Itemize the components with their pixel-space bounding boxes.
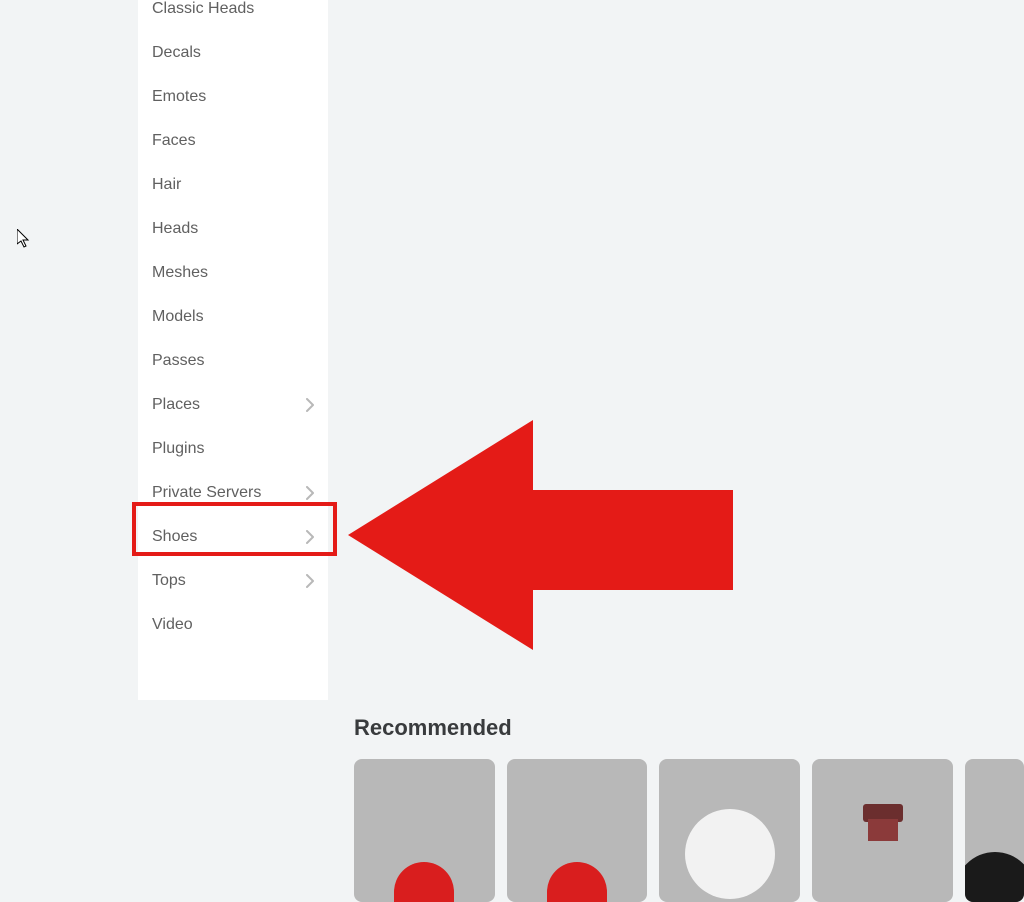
sidebar-item-label: Hair <box>152 176 181 194</box>
sidebar-item-decals[interactable]: Decals <box>138 31 328 75</box>
sidebar-item-label: Passes <box>152 352 204 370</box>
chevron-right-icon <box>306 574 314 588</box>
item-thumbnail <box>868 819 898 841</box>
recommended-item[interactable] <box>659 759 800 902</box>
sidebar-item-label: Tops <box>152 572 186 590</box>
sidebar-item-label: Classic Heads <box>152 0 254 18</box>
annotation-arrow-icon <box>348 420 733 655</box>
sidebar-item-label: Private Servers <box>152 484 261 502</box>
sidebar-item-label: Emotes <box>152 88 206 106</box>
sidebar-item-label: Decals <box>152 44 201 62</box>
recommended-item[interactable] <box>354 759 495 902</box>
sidebar-item-passes[interactable]: Passes <box>138 339 328 383</box>
item-thumbnail <box>394 862 454 902</box>
sidebar-item-video[interactable]: Video <box>138 603 328 647</box>
category-sidebar: Classic Heads Decals Emotes Faces Hair H… <box>138 0 328 700</box>
recommended-item[interactable] <box>965 759 1024 902</box>
sidebar-item-label: Meshes <box>152 264 208 282</box>
sidebar-item-label: Places <box>152 396 200 414</box>
cursor-icon <box>17 229 31 254</box>
sidebar-item-meshes[interactable]: Meshes <box>138 251 328 295</box>
sidebar-item-places[interactable]: Places <box>138 383 328 427</box>
sidebar-item-plugins[interactable]: Plugins <box>138 427 328 471</box>
sidebar-item-classic-heads[interactable]: Classic Heads <box>138 0 328 31</box>
sidebar-item-label: Video <box>152 616 193 634</box>
item-thumbnail <box>965 852 1024 902</box>
chevron-right-icon <box>306 486 314 500</box>
sidebar-item-label: Shoes <box>152 528 197 546</box>
sidebar-item-faces[interactable]: Faces <box>138 119 328 163</box>
recommended-title: Recommended <box>354 715 1024 741</box>
sidebar-item-heads[interactable]: Heads <box>138 207 328 251</box>
sidebar-item-private-servers[interactable]: Private Servers <box>138 471 328 515</box>
chevron-right-icon <box>306 530 314 544</box>
recommended-section: Recommended <box>354 715 1024 902</box>
sidebar-item-emotes[interactable]: Emotes <box>138 75 328 119</box>
item-thumbnail <box>685 809 775 899</box>
recommended-items-row <box>354 759 1024 902</box>
sidebar-item-label: Faces <box>152 132 196 150</box>
item-thumbnail <box>547 862 607 902</box>
sidebar-item-hair[interactable]: Hair <box>138 163 328 207</box>
sidebar-item-shoes[interactable]: Shoes <box>138 515 328 559</box>
chevron-right-icon <box>306 398 314 412</box>
recommended-item[interactable] <box>507 759 648 902</box>
sidebar-item-label: Heads <box>152 220 198 238</box>
sidebar-item-tops[interactable]: Tops <box>138 559 328 603</box>
recommended-item[interactable] <box>812 759 953 902</box>
sidebar-item-label: Models <box>152 308 204 326</box>
sidebar-item-label: Plugins <box>152 440 204 458</box>
sidebar-item-models[interactable]: Models <box>138 295 328 339</box>
